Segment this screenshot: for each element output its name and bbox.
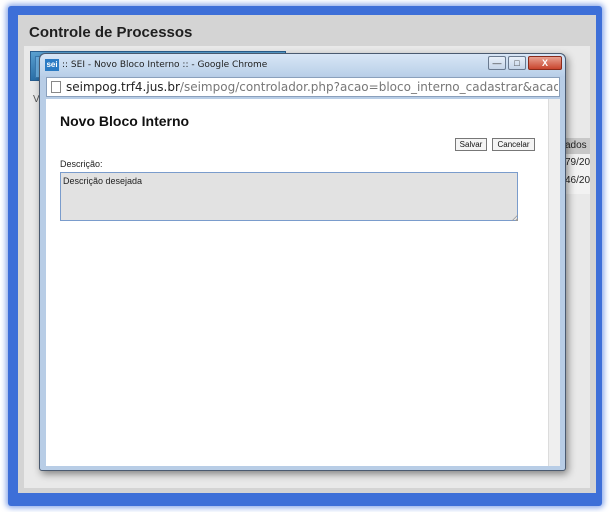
close-button[interactable]: X [528,56,562,70]
address-bar[interactable]: seimpog.trf4.jus.br/seimpog/controlador.… [46,77,560,97]
page-icon [51,81,61,93]
page-content: Novo Bloco Interno Salvar Cancelar Descr… [46,99,560,466]
window-title: :: SEI - Novo Bloco Interno :: - Google … [62,60,268,70]
description-label: Descrição: [60,159,103,169]
maximize-button[interactable]: □ [508,56,526,70]
vertical-scrollbar[interactable] [548,99,560,466]
url-path: /seimpog/controlador.php?acao=bloco_inte… [179,80,558,94]
chrome-popup-window: sei :: SEI - Novo Bloco Interno :: - Goo… [39,53,566,471]
sei-favicon-icon: sei [45,59,59,71]
minimize-button[interactable]: — [488,56,506,70]
description-textarea[interactable]: Descrição desejada [60,172,518,221]
resize-grip-icon[interactable] [511,214,518,221]
save-button[interactable]: Salvar [455,138,487,151]
page-title: Novo Bloco Interno [60,113,190,129]
url-text[interactable]: seimpog.trf4.jus.br/seimpog/controlador.… [66,80,558,94]
cancel-button[interactable]: Cancelar [492,138,535,151]
url-host: seimpog.trf4.jus.br [66,80,180,94]
window-titlebar[interactable]: sei :: SEI - Novo Bloco Interno :: - Goo… [40,54,565,76]
background-page-title: Controle de Processos [29,24,193,41]
